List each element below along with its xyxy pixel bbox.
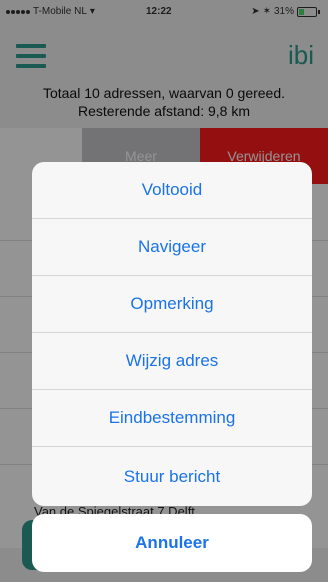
- cancel-button[interactable]: Annuleer: [32, 514, 312, 572]
- action-sheet: Voltooid Navigeer Opmerking Wijzig adres…: [32, 162, 312, 506]
- action-voltooid[interactable]: Voltooid: [32, 162, 312, 219]
- action-stuur-bericht[interactable]: Stuur bericht: [32, 447, 312, 506]
- action-wijzig-adres[interactable]: Wijzig adres: [32, 333, 312, 390]
- action-eindbestemming[interactable]: Eindbestemming: [32, 390, 312, 447]
- app-screen: T-Mobile NL ▾ 12:22 ➤ ✶ 31% ibi Totaal 1…: [0, 0, 328, 582]
- action-navigeer[interactable]: Navigeer: [32, 219, 312, 276]
- action-opmerking[interactable]: Opmerking: [32, 276, 312, 333]
